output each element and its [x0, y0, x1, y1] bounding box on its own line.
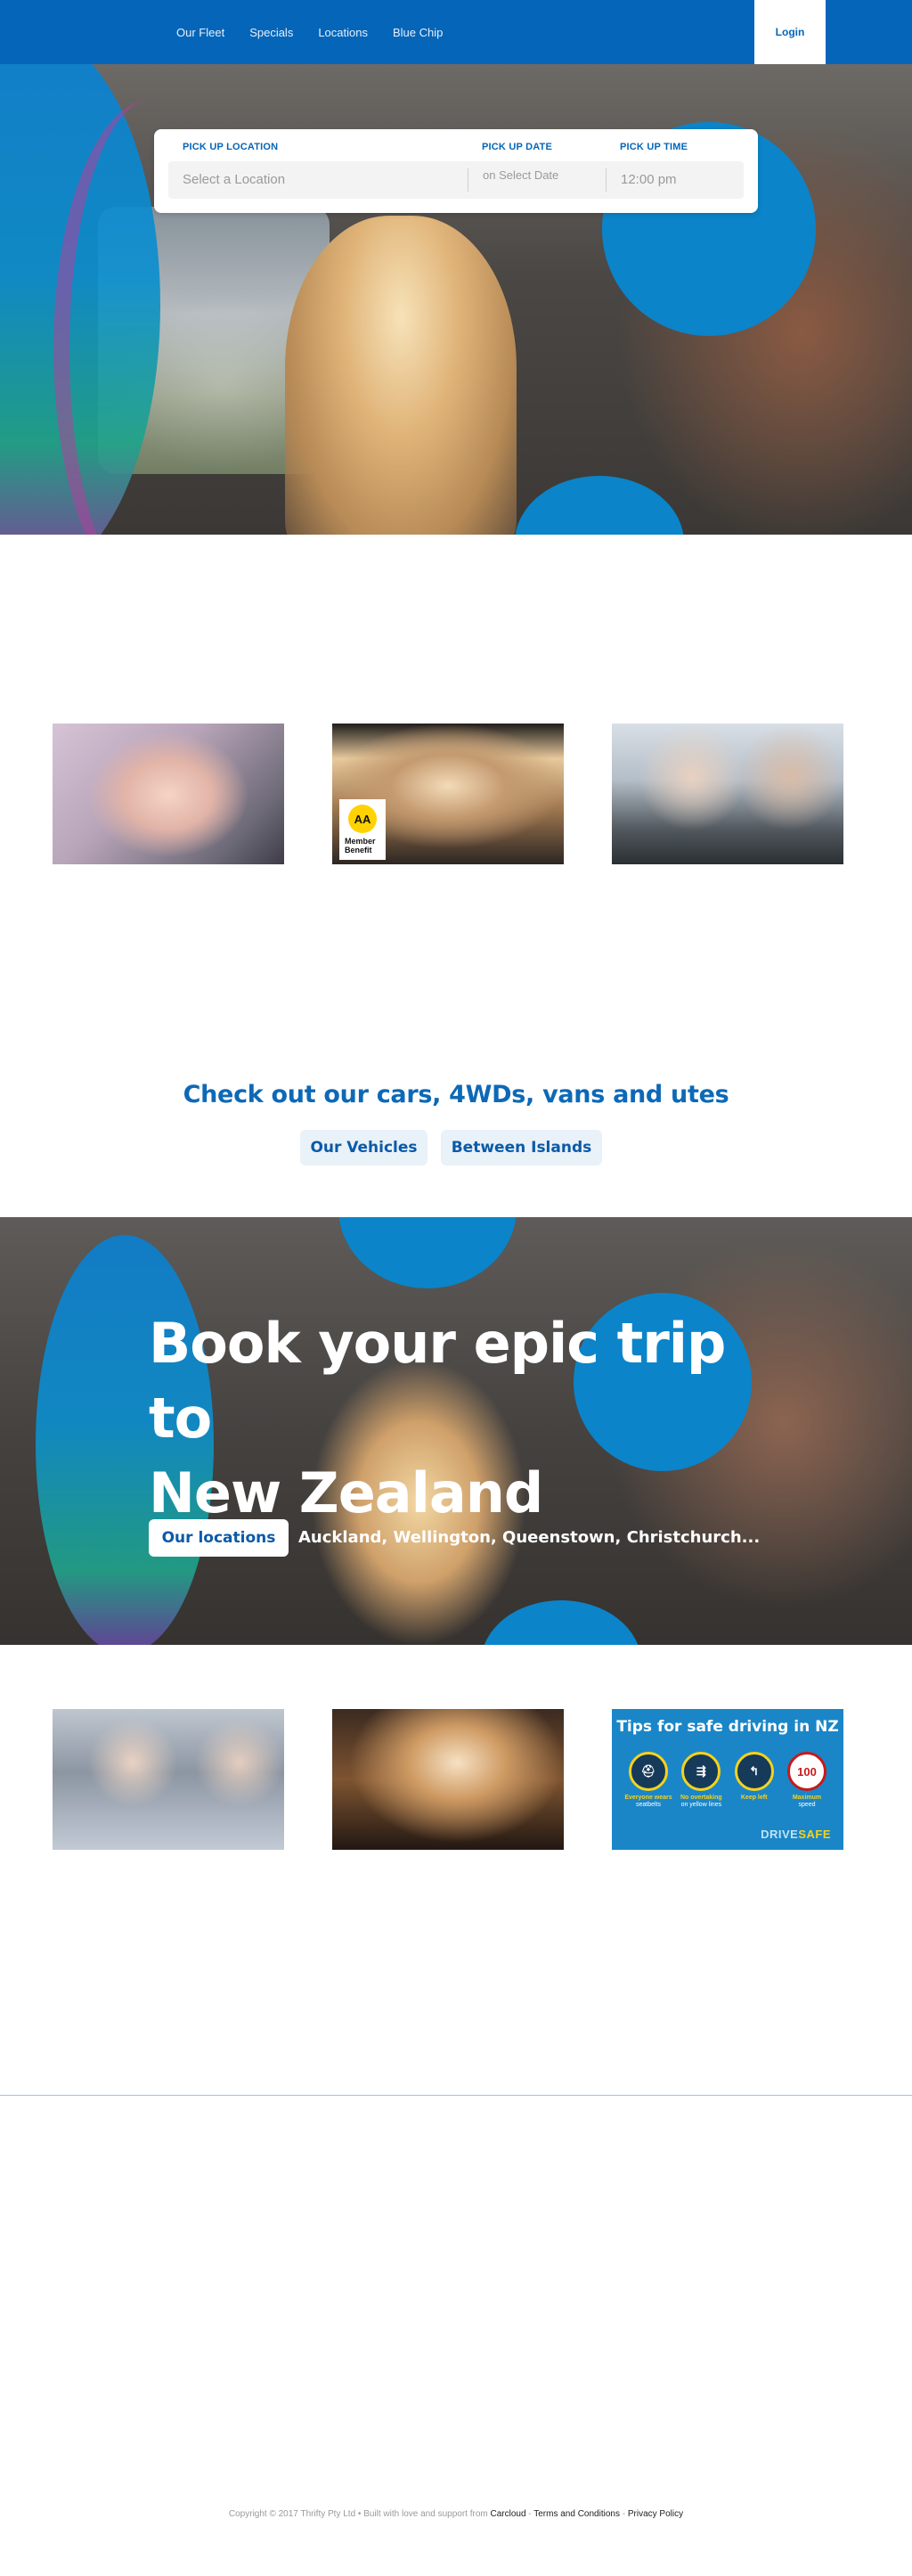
aa-logo: AA: [348, 805, 377, 833]
pickup-date-input[interactable]: on Select Date: [468, 161, 599, 199]
trip-decor-bump: [481, 1600, 641, 1645]
login-button[interactable]: Login: [754, 0, 826, 64]
aa-badge-line2: Benefit: [345, 846, 372, 855]
promo-tile-aa-member[interactable]: AA Member Benefit: [332, 724, 564, 864]
nav-links: Our Fleet Specials Locations Blue Chip: [176, 0, 443, 64]
footer-copyright: Copyright © 2017 Thrifty Pty Ltd • Built…: [228, 2509, 488, 2519]
hero-decor-bump: [515, 476, 684, 535]
nav-our-fleet[interactable]: Our Fleet: [176, 26, 224, 39]
pickup-time-value: 12:00 pm: [621, 172, 677, 187]
footer: Copyright © 2017 Thrifty Pty Ltd • Built…: [228, 2509, 684, 2519]
footer-link-privacy[interactable]: Privacy Policy: [628, 2509, 683, 2519]
between-islands-button[interactable]: Between Islands: [441, 1130, 602, 1165]
tip-max-speed-label: Maximum speed: [792, 1795, 822, 1808]
hero-photo-person: [285, 216, 517, 535]
locations-list-text: Auckland, Wellington, Queenstown, Christ…: [298, 1528, 761, 1547]
seatbelt-icon: ⛑: [629, 1752, 668, 1791]
tip-keep-left-label: Keep left: [740, 1795, 768, 1801]
promo-tile-kids[interactable]: [332, 1709, 564, 1850]
trip-title: Book your epic trip to New Zealand: [149, 1306, 754, 1531]
safe-driving-title: Tips for safe driving in NZ: [616, 1718, 839, 1736]
promo-tile-family[interactable]: [53, 1709, 284, 1850]
trip-title-line1: Book your epic trip to: [149, 1311, 726, 1451]
trip-decor-top-circle: [338, 1217, 517, 1288]
pickup-date-value: on Select Date: [483, 168, 559, 182]
cars-heading: Check out our cars, 4WDs, vans and utes: [183, 1081, 729, 1108]
no-overtaking-icon: ⇶: [681, 1752, 721, 1791]
aa-member-badge: AA Member Benefit: [339, 799, 386, 860]
promo-tile-baby-seat[interactable]: [53, 724, 284, 864]
pickup-location-value: Select a Location: [183, 172, 286, 187]
tip-seatbelt: ⛑ Everyone wears seatbelts: [624, 1752, 672, 1809]
tip-seatbelt-label: Everyone wears seatbelts: [624, 1795, 672, 1808]
pickup-location-select[interactable]: Select a Location: [168, 161, 468, 199]
footer-link-terms[interactable]: Terms and Conditions: [533, 2509, 620, 2519]
promo-tile-safe-driving[interactable]: Tips for safe driving in NZ ⛑ Everyone w…: [612, 1709, 843, 1850]
pickup-time-label: PICK UP TIME: [620, 142, 688, 152]
pickup-location-field: PICK UP LOCATION: [183, 142, 278, 152]
nav-locations[interactable]: Locations: [318, 26, 368, 39]
keep-left-icon: ↰: [734, 1752, 774, 1791]
aa-badge-text: Member Benefit: [345, 837, 376, 855]
pickup-time-field: PICK UP TIME: [620, 142, 688, 152]
aa-badge-line1: Member: [345, 837, 376, 846]
our-locations-button[interactable]: Our locations: [149, 1519, 289, 1557]
speed-limit-icon: 100: [786, 1752, 826, 1791]
pickup-date-label: PICK UP DATE: [482, 142, 553, 152]
nav-blue-chip[interactable]: Blue Chip: [393, 26, 443, 39]
section-divider: [0, 2095, 912, 2096]
tip-max-speed: 100 Maximum speed: [783, 1752, 831, 1809]
booking-search-card: PICK UP LOCATION Select a Location PICK …: [154, 129, 758, 213]
pickup-time-select[interactable]: 12:00 pm: [607, 161, 744, 199]
tip-no-overtaking: ⇶ No overtaking on yellow lines: [677, 1752, 725, 1809]
pickup-location-label: PICK UP LOCATION: [183, 142, 279, 152]
our-vehicles-button[interactable]: Our Vehicles: [300, 1130, 428, 1165]
nav-specials[interactable]: Specials: [249, 26, 293, 39]
footer-link-carcloud[interactable]: Carcloud: [491, 2509, 526, 2519]
promo-tile-business[interactable]: [612, 724, 843, 864]
trip-banner: Book your epic trip to New Zealand Our l…: [0, 1217, 912, 1645]
drivesafe-logo: DRIVESAFE: [761, 1828, 831, 1841]
tip-no-overtaking-label: No overtaking on yellow lines: [680, 1795, 722, 1808]
tip-keep-left: ↰ Keep left: [730, 1752, 778, 1809]
pickup-date-field: PICK UP DATE: [482, 142, 552, 152]
safe-driving-icons: ⛑ Everyone wears seatbelts ⇶ No overtakin…: [624, 1752, 831, 1809]
top-nav: Our Fleet Specials Locations Blue Chip L…: [0, 0, 912, 64]
